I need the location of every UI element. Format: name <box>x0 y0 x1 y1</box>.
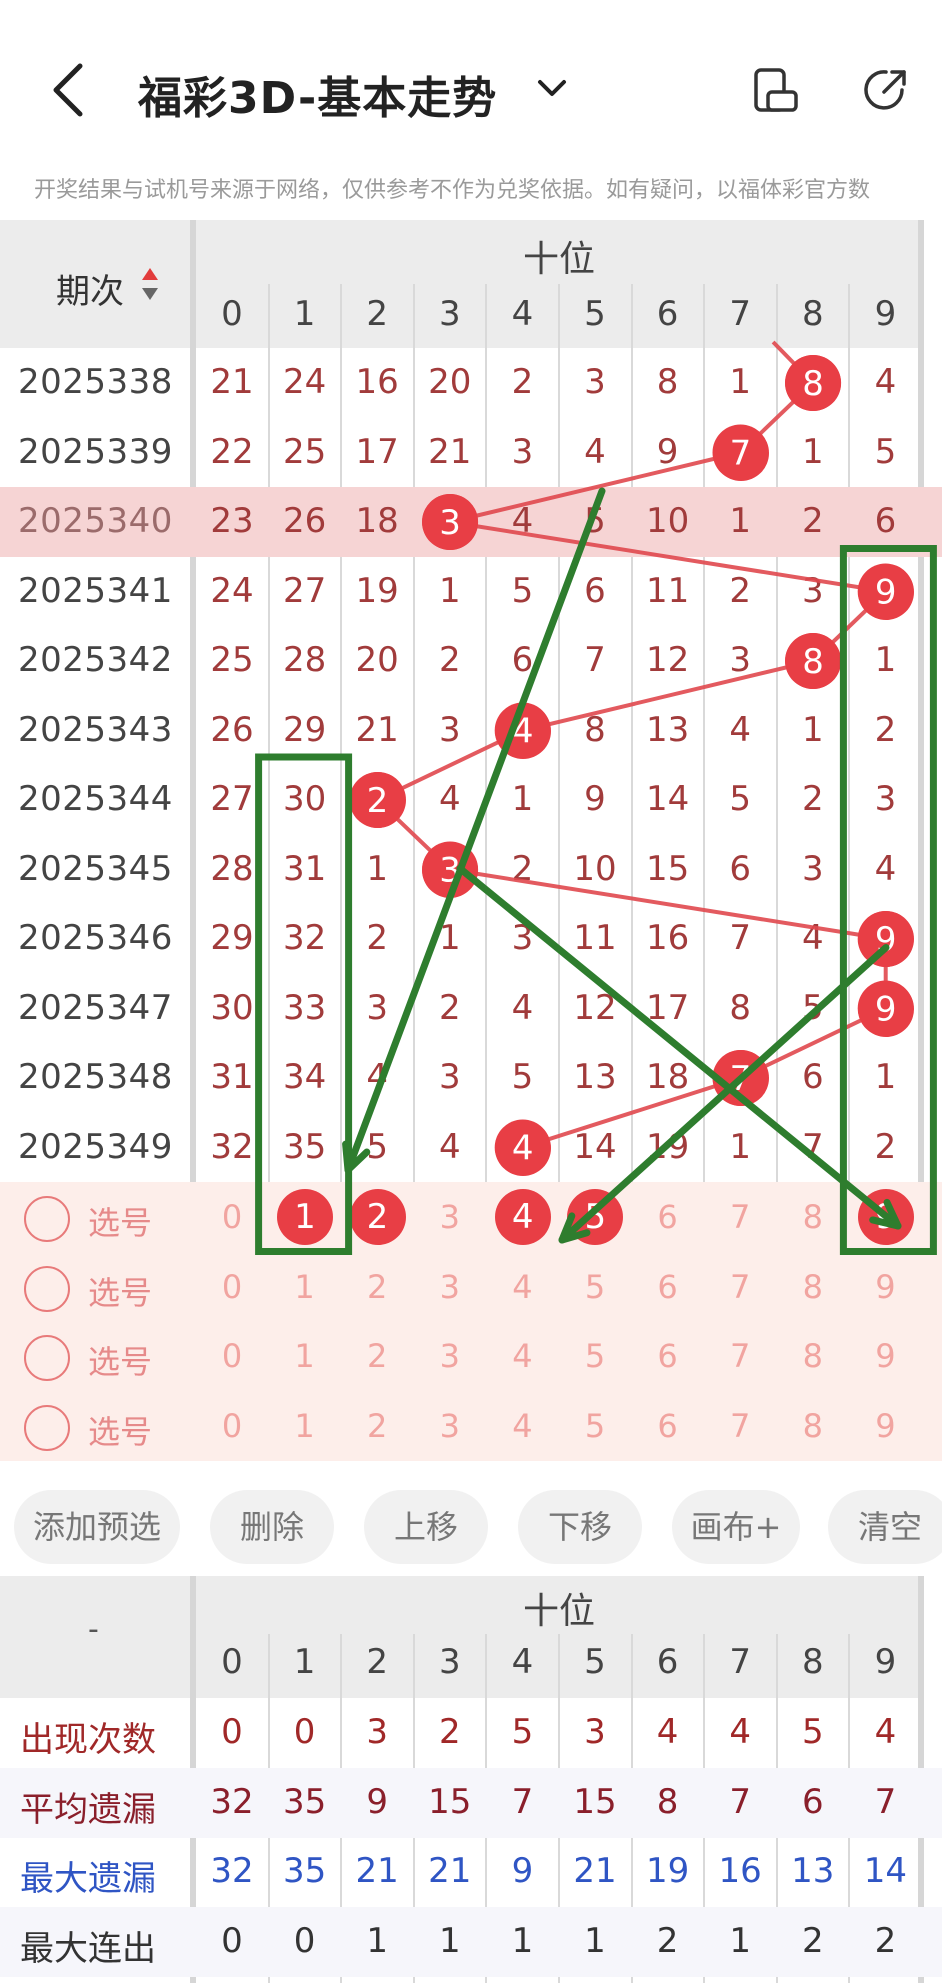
stats-value: 1 <box>438 1920 461 1961</box>
stats-corner-label: - <box>88 1612 99 1647</box>
stats-digit-header: 2 <box>366 1642 388 1682</box>
stats-value: 1 <box>729 1920 751 1961</box>
stats-value: 5 <box>511 1712 534 1752</box>
trend-ball-number: 3 <box>439 503 461 543</box>
app-header: 福彩3D-基本走势 开奖结果与试机号来源于网络，仅供参考不作为兑奖依据。如有疑问… <box>0 0 942 203</box>
stats-value: 0 <box>293 1920 316 1961</box>
stats-value: 0 <box>221 1920 243 1961</box>
trend-ball-number: 9 <box>875 573 897 613</box>
stats-digit-header: 8 <box>801 1642 824 1682</box>
stats-value: 1 <box>366 1920 388 1961</box>
stats-table: - 十位 0123456789 出现次数 0 0 3 2 5 3 4 4 5 4 平均遗漏 32 35 9 1… <box>0 1576 942 1983</box>
stats-value: 35 <box>282 1851 327 1891</box>
stats-digit-header: 6 <box>656 1642 679 1682</box>
stats-value: 7 <box>874 1781 897 1822</box>
stats-value: 15 <box>428 1781 472 1822</box>
trend-ball-number: 9 <box>875 990 897 1030</box>
share-icon[interactable] <box>862 66 910 114</box>
stats-row: 出现次数 0 0 3 2 5 3 4 4 5 4 <box>0 1698 942 1768</box>
add-preselect-button[interactable]: 添加预选 <box>14 1490 180 1564</box>
stats-value: 2 <box>801 1920 824 1961</box>
stats-value: 35 <box>282 1781 327 1822</box>
move-up-button[interactable]: 上移 <box>364 1490 488 1564</box>
stats-value: 32 <box>210 1781 254 1822</box>
stats-value: 8 <box>656 1781 679 1822</box>
stats-value: 2 <box>874 1920 897 1961</box>
action-bar: 添加预选 删除 上移 下移 画布+ 清空 <box>0 1476 942 1576</box>
stats-row: 最大遗漏 32 35 21 21 9 21 19 16 13 14 <box>0 1837 942 1907</box>
disclaimer-text: 开奖结果与试机号来源于网络，仅供参考不作为兑奖依据。如有疑问，以福体彩官方数 <box>34 178 871 203</box>
trend-line <box>374 340 890 1150</box>
stats-digit-header: 4 <box>511 1642 534 1682</box>
stats-value: 21 <box>573 1851 617 1891</box>
stats-digit-header: 7 <box>729 1642 751 1682</box>
chevron-down-icon[interactable] <box>534 72 570 104</box>
trend-ball-number: 4 <box>512 1129 534 1169</box>
stats-row: 平均遗漏 32 35 9 15 7 15 8 7 6 7 <box>0 1767 942 1838</box>
stats-row: 最大连出 0 0 1 1 1 1 2 1 2 2 <box>0 1906 942 1977</box>
stats-value: 9 <box>511 1851 534 1891</box>
trend-annotation-overlay: 873984239974 <box>255 340 937 1255</box>
stats-row-label: 最大连出 <box>20 1928 156 1969</box>
stats-value: 15 <box>573 1781 617 1822</box>
canvas-button[interactable]: 画布+ <box>672 1490 800 1564</box>
annotation-box-left <box>255 753 353 1255</box>
stats-row-label: 平均遗漏 <box>20 1789 156 1830</box>
stats-value: 16 <box>718 1851 762 1891</box>
trend-ball-number: 8 <box>802 642 824 682</box>
stats-value: 4 <box>656 1712 679 1752</box>
stats-value: 3 <box>366 1712 388 1752</box>
stats-value: 21 <box>355 1851 399 1891</box>
stats-digit-header: 3 <box>438 1642 461 1682</box>
stats-corner: - <box>0 1576 190 1698</box>
clear-button[interactable]: 清空 <box>828 1490 942 1564</box>
annotation-box-right <box>839 545 937 1255</box>
stats-value: 1 <box>584 1920 606 1961</box>
stats-value: 0 <box>293 1712 316 1752</box>
stats-value: 2 <box>656 1920 679 1961</box>
stats-digit-header: 0 <box>221 1642 243 1682</box>
page-title[interactable]: 福彩3D-基本走势 <box>138 62 497 126</box>
stats-digit-header: 5 <box>584 1642 606 1682</box>
device-layout-icon[interactable] <box>752 66 800 114</box>
stats-value: 19 <box>645 1851 690 1891</box>
stats-value: 6 <box>801 1781 824 1822</box>
stats-value: 4 <box>874 1712 897 1752</box>
stats-value: 0 <box>221 1712 243 1752</box>
stats-digit-header: 1 <box>293 1642 316 1682</box>
stats-value: 13 <box>791 1851 835 1891</box>
stats-value: 7 <box>729 1781 751 1822</box>
stats-value: 14 <box>863 1851 908 1891</box>
trend-ball-number: 8 <box>802 364 824 404</box>
stats-value: 21 <box>428 1851 472 1891</box>
stats-value: 32 <box>210 1851 254 1891</box>
stats-row-label: 最大遗漏 <box>20 1859 156 1899</box>
trend-ball-number: 7 <box>730 434 752 474</box>
stats-digit-header: 9 <box>874 1642 897 1682</box>
delete-button[interactable]: 删除 <box>210 1490 334 1564</box>
trend-grid: 期次 十位 0123456789 20253382124162023818420… <box>0 220 942 1476</box>
stats-value: 7 <box>511 1781 534 1822</box>
trend-ball-number: 2 <box>367 781 389 821</box>
stats-position-title: 十位 <box>522 1591 595 1632</box>
back-arrow-icon[interactable] <box>48 62 92 118</box>
stats-value: 1 <box>511 1920 534 1961</box>
stats-value: 5 <box>801 1712 824 1752</box>
stats-value: 4 <box>729 1712 751 1752</box>
stats-value: 9 <box>366 1781 388 1822</box>
move-down-button[interactable]: 下移 <box>518 1490 642 1564</box>
stats-value: 3 <box>584 1712 606 1752</box>
annotation-arrow-down <box>344 487 606 1174</box>
stats-row-label: 出现次数 <box>20 1720 156 1760</box>
stats-value: 2 <box>438 1712 461 1752</box>
